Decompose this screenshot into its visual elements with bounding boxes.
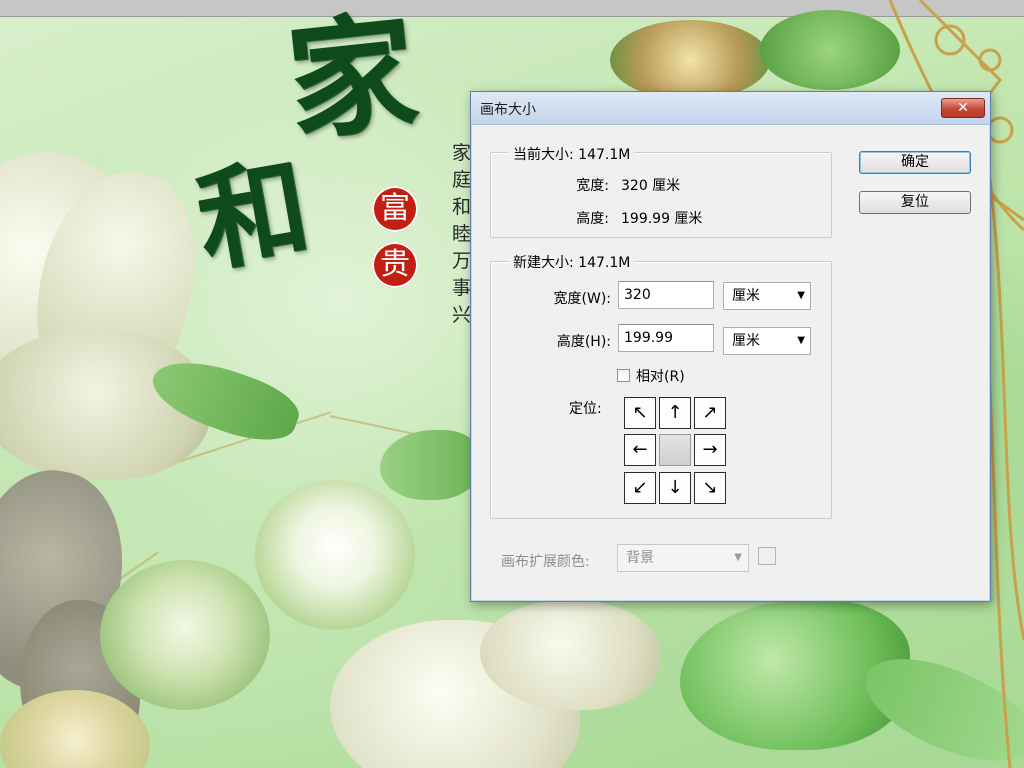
new-size-legend: 新建大小: 147.1M <box>509 252 635 272</box>
chevron-down-icon: ▼ <box>797 290 805 301</box>
current-height-label: 高度: <box>576 211 609 227</box>
height-unit-value: 厘米 <box>732 333 760 349</box>
anchor-bottom[interactable]: ↓ <box>659 472 691 504</box>
dialog-title: 画布大小 <box>480 102 536 118</box>
anchor-right[interactable]: → <box>694 434 726 466</box>
calligraphy-character: 和 <box>187 141 319 288</box>
anchor-top[interactable]: ↑ <box>659 397 691 429</box>
leaf <box>760 10 900 90</box>
anchor-top-left[interactable]: ↖ <box>624 397 656 429</box>
reset-button[interactable]: 复位 <box>859 191 971 214</box>
new-height-label: 高度(H): <box>556 334 611 350</box>
peony-flower <box>610 20 770 100</box>
current-width-label: 宽度: <box>576 178 609 194</box>
height-unit-select[interactable]: 厘米 ▼ <box>723 327 811 355</box>
chevron-down-icon: ▼ <box>797 335 805 346</box>
width-unit-select[interactable]: 厘米 ▼ <box>723 282 811 310</box>
calligraphy-character: 家 <box>280 0 424 160</box>
anchor-center[interactable] <box>659 434 691 466</box>
dialog-titlebar[interactable]: 画布大小 ✕ <box>471 92 990 125</box>
red-seal: 贵 <box>372 242 418 288</box>
anchor-label: 定位: <box>569 401 602 417</box>
anchor-grid: ↖ ↑ ↗ ← → ↙ ↓ ↘ <box>624 397 728 504</box>
current-width-value: 320 厘米 <box>621 178 681 194</box>
anchor-top-right[interactable]: ↗ <box>694 397 726 429</box>
anchor-left[interactable]: ← <box>624 434 656 466</box>
anchor-bottom-right[interactable]: ↘ <box>694 472 726 504</box>
relative-label[interactable]: 相对(R) <box>636 366 685 386</box>
peony-flower <box>100 560 270 710</box>
chevron-down-icon: ▼ <box>734 552 742 563</box>
current-height-value: 199.99 厘米 <box>621 211 703 227</box>
extension-color-value: 背景 <box>626 550 654 566</box>
canvas-size-dialog: 画布大小 ✕ 当前大小: 147.1M 宽度: 320 厘米 高度: 199.9… <box>470 91 991 602</box>
height-input[interactable]: 199.99 <box>618 324 714 352</box>
close-button[interactable]: ✕ <box>941 98 985 118</box>
peony-flower <box>255 480 415 630</box>
width-unit-value: 厘米 <box>732 288 760 304</box>
new-width-label: 宽度(W): <box>553 291 611 307</box>
ok-button[interactable]: 确定 <box>859 151 971 174</box>
jade-bird <box>380 430 480 500</box>
current-size-legend: 当前大小: 147.1M <box>509 144 635 164</box>
extension-color-label: 画布扩展颜色: <box>501 554 590 570</box>
app-top-strip <box>0 0 1024 17</box>
anchor-bottom-left[interactable]: ↙ <box>624 472 656 504</box>
extension-color-select[interactable]: 背景 ▼ <box>617 544 749 572</box>
relative-checkbox[interactable] <box>617 369 630 382</box>
red-seal: 富 <box>372 186 418 232</box>
width-input[interactable]: 320 <box>618 281 714 309</box>
extension-color-swatch[interactable] <box>758 547 776 565</box>
